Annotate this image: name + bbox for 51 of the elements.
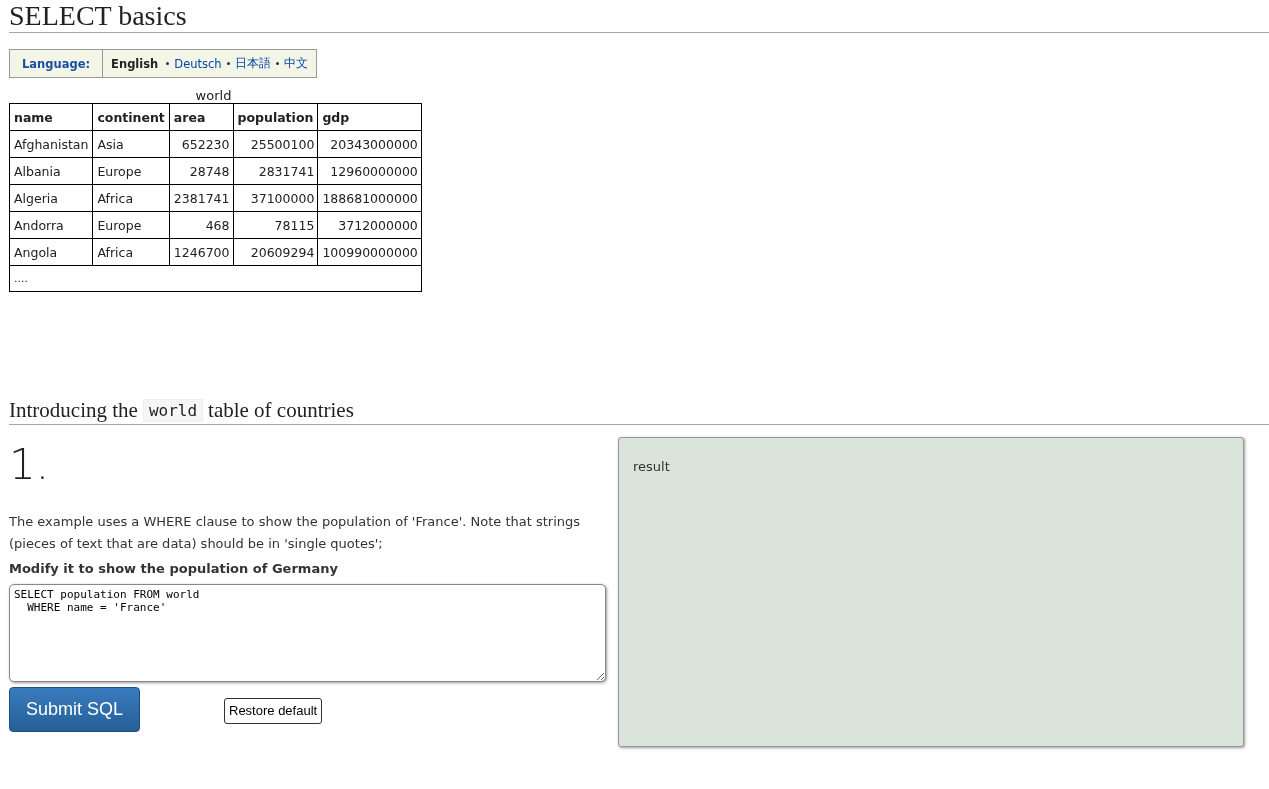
table-cell: 1246700 bbox=[169, 238, 233, 266]
language-link[interactable]: 中文 bbox=[283, 56, 308, 71]
table-caption: world bbox=[194, 88, 233, 103]
code-word: world bbox=[142, 399, 204, 422]
table-cell: 100990000000 bbox=[317, 238, 422, 266]
table-cell: Europe bbox=[92, 211, 170, 239]
table-cell: Africa bbox=[92, 238, 170, 266]
table-cell: 20609294 bbox=[233, 238, 318, 266]
section-heading: table of countries bbox=[208, 398, 354, 423]
table-cell: Angola bbox=[9, 238, 93, 266]
page-title: SELECT basics bbox=[9, 0, 1269, 33]
bullet-icon bbox=[166, 62, 170, 65]
language-link[interactable]: English bbox=[111, 56, 159, 71]
exercise-description: The example uses a WHERE clause to show the population of 'France'. Note that strings (pieces of text that are data) should be in 'single quotes'; bbox=[9, 513, 582, 553]
table-cell: 188681000000 bbox=[317, 184, 422, 212]
table-cell: 2381741 bbox=[169, 184, 233, 212]
submit-button[interactable]: Submit SQL bbox=[9, 687, 140, 732]
table-cell: Andorra bbox=[9, 211, 93, 239]
table-cell: Afghanistan bbox=[9, 130, 93, 158]
restore-button[interactable]: Restore default bbox=[224, 697, 323, 724]
table-cell: 28748 bbox=[169, 157, 233, 185]
language-link[interactable]: Deutsch bbox=[174, 56, 222, 71]
bullet-icon bbox=[226, 62, 230, 65]
table-cell: 37100000 bbox=[233, 184, 318, 212]
table-cell: 3712000000 bbox=[317, 211, 422, 239]
sql-editor[interactable]: SELECT population FROM world WHERE name = 'France' bbox=[9, 584, 606, 682]
table-cell: Algeria bbox=[9, 184, 93, 212]
table-cell: 2831741 bbox=[233, 157, 318, 185]
table-cell: Albania bbox=[9, 157, 93, 185]
table-cell: 25500100 bbox=[233, 130, 318, 158]
exercise-task: Modify it to show the population of Germany bbox=[9, 561, 339, 576]
bullet-icon bbox=[275, 62, 279, 65]
column-header: gdp bbox=[317, 103, 422, 131]
table-cell: Europe bbox=[92, 157, 170, 185]
table-cell: 78115 bbox=[233, 211, 318, 239]
exercise-number: 1. bbox=[9, 440, 51, 489]
column-header: population bbox=[233, 103, 318, 131]
result-label: result bbox=[633, 459, 670, 474]
table-cell: 468 bbox=[169, 211, 233, 239]
language-link[interactable]: 日本語 bbox=[234, 56, 271, 71]
column-header: area bbox=[169, 103, 233, 131]
table-cell: Asia bbox=[92, 130, 170, 158]
table-cell: .... bbox=[9, 265, 422, 292]
table-cell: 20343000000 bbox=[317, 130, 422, 158]
section-heading: Introducing the bbox=[9, 398, 138, 423]
table-cell: 12960000000 bbox=[317, 157, 422, 185]
column-header: name bbox=[9, 103, 93, 131]
table-cell: 652230 bbox=[169, 130, 233, 158]
language-label: Language: bbox=[10, 50, 104, 77]
column-header: continent bbox=[92, 103, 170, 131]
table-cell: Africa bbox=[92, 184, 170, 212]
